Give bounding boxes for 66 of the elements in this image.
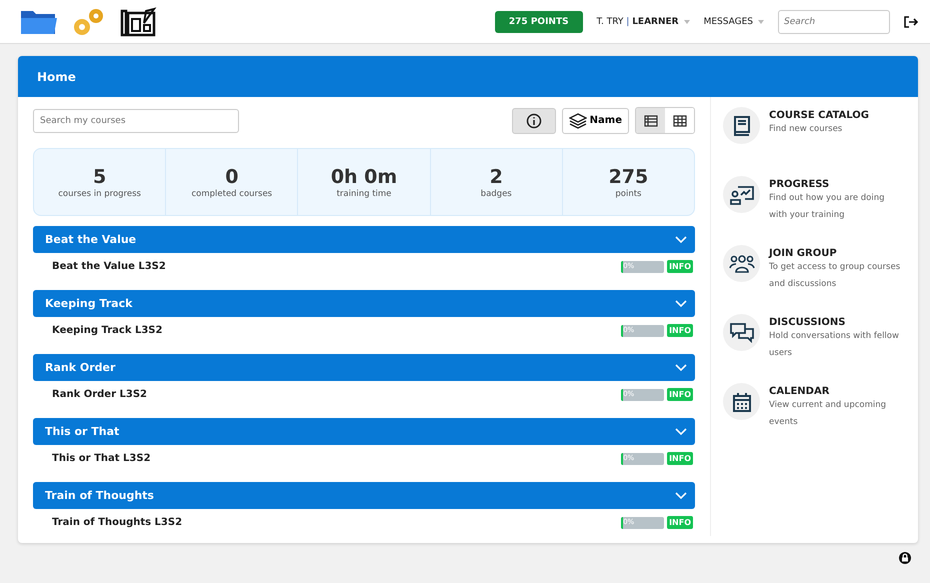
lock-icon[interactable] — [899, 552, 911, 564]
sort-button[interactable]: Name — [562, 108, 629, 134]
stat-value: 0 — [225, 166, 238, 188]
group-title: Rank Order — [45, 361, 116, 374]
points-button[interactable]: 275 POINTS — [494, 10, 583, 32]
sidebar-description: To get access to group courses and discussions — [769, 261, 902, 291]
sidebar-description: Hold conversations with fellow users — [769, 330, 900, 360]
user-menu[interactable]: T. TRY | LEARNER — [596, 16, 679, 26]
group-header[interactable]: This or That — [33, 418, 695, 445]
sidebar-link[interactable]: COURSE CATALOG — [769, 110, 904, 121]
course-name[interactable]: This or That L3S2 — [52, 453, 622, 464]
stat-label: courses in progress — [58, 188, 141, 198]
stat-label: training time — [336, 188, 392, 198]
chevron-icon[interactable] — [675, 364, 687, 372]
logout-icon[interactable] — [904, 16, 918, 28]
course-name[interactable]: Rank Order L3S2 — [52, 389, 622, 400]
stat-label: completed courses — [191, 188, 272, 198]
sidebar-link[interactable]: JOIN GROUP — [769, 248, 904, 259]
layers-icon — [568, 112, 587, 128]
icon-circle[interactable] — [723, 314, 760, 351]
presentation-icon — [730, 184, 754, 204]
course-name[interactable]: Train of Thoughts L3S2 — [52, 517, 622, 528]
sidebar-link[interactable]: CALENDAR — [769, 386, 904, 397]
group-title: Train of Thoughts — [45, 489, 154, 502]
panel-title: Home — [37, 70, 76, 84]
chevron-icon[interactable] — [675, 428, 687, 436]
icon-circle[interactable] — [723, 107, 760, 144]
stat-label: points — [615, 188, 642, 198]
stat-value: 2 — [490, 166, 503, 188]
sidebar-description: View current and upcoming events — [769, 399, 888, 429]
sidebar-description: Find out how you are doing with your training — [769, 192, 886, 222]
group-header[interactable]: Rank Order — [33, 354, 695, 381]
group-title: This or That — [45, 425, 120, 438]
blueprint-icon[interactable] — [120, 6, 158, 36]
messages-menu[interactable]: MESSAGES — [704, 16, 753, 26]
list-view-button[interactable] — [636, 108, 665, 133]
stat-value: 275 — [608, 166, 648, 188]
people-icon — [728, 254, 754, 272]
chevron-icon[interactable] — [675, 300, 687, 308]
chat-icon — [730, 322, 754, 342]
sidebar-link[interactable]: DISCUSSIONS — [769, 317, 904, 328]
icon-circle[interactable] — [723, 245, 760, 282]
grid-icon — [672, 114, 686, 126]
book-icon — [732, 116, 750, 136]
sidebar-description: Find new courses — [769, 123, 844, 136]
sidebar-link[interactable]: PROGRESS — [769, 179, 904, 190]
search-field[interactable]: Search — [778, 10, 890, 34]
icon-circle[interactable] — [723, 176, 760, 213]
group-header[interactable]: Train of Thoughts — [33, 482, 695, 509]
stat-label: badges — [480, 188, 512, 198]
group-header[interactable]: Keeping Track — [33, 290, 695, 317]
group-title: Keeping Track — [45, 297, 132, 310]
course-search-field[interactable]: Search my courses — [33, 108, 239, 132]
icon-circle[interactable] — [723, 383, 760, 420]
group-title: Beat the Value — [45, 233, 136, 246]
stat-value: 5 — [92, 166, 106, 188]
info-button[interactable] — [512, 108, 556, 134]
calendar-icon — [732, 392, 750, 412]
course-name[interactable]: Beat the Value L3S2 — [52, 261, 622, 272]
chevron-icon[interactable] — [675, 492, 687, 500]
info-icon — [526, 112, 542, 128]
chevron-icon[interactable] — [675, 236, 687, 244]
group-header[interactable]: Beat the Value — [33, 226, 695, 253]
stat-value: 0h 0m — [330, 166, 398, 188]
course-name[interactable]: Keeping Track L3S2 — [52, 325, 622, 336]
list-icon — [644, 114, 658, 126]
